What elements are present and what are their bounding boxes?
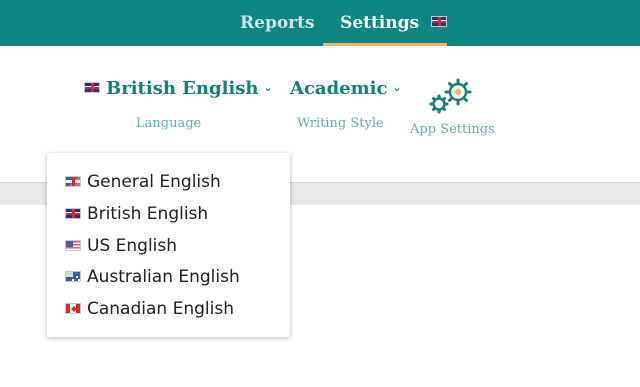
language-value: British English: [106, 78, 259, 99]
language-dropdown-menu: General English British English US Engli…: [47, 153, 290, 337]
language-option-label: British English: [87, 204, 209, 224]
language-option-label: General English: [87, 172, 221, 192]
language-option-label: Canadian English: [87, 299, 234, 319]
writing-style-dropdown-button[interactable]: Academic ⌄: [290, 78, 402, 99]
us-flag-icon: [65, 240, 81, 251]
tab-reports-label: Reports: [240, 13, 315, 33]
language-option-label: US English: [87, 236, 178, 256]
language-option-canadian[interactable]: Canadian English: [65, 297, 234, 321]
writing-style-value: Academic: [290, 78, 388, 99]
top-nav-bar: Reports Settings: [0, 0, 640, 46]
writing-style-caption: Writing Style: [297, 116, 384, 131]
uk-flag-icon: [84, 82, 100, 93]
language-option-us[interactable]: US English: [65, 234, 177, 258]
generic-flag-icon: [65, 176, 81, 187]
uk-flag-icon: [65, 208, 81, 219]
gears-icon: [429, 78, 472, 114]
tab-settings-label: Settings: [340, 13, 420, 33]
chevron-down-icon: ⌄: [392, 81, 402, 94]
language-option-british[interactable]: British English: [65, 202, 208, 226]
tab-reports[interactable]: Reports: [240, 0, 315, 46]
language-option-australian[interactable]: Australian English: [65, 265, 240, 289]
app-settings-button[interactable]: [428, 76, 476, 116]
australia-flag-icon: [65, 271, 81, 282]
language-option-label: Australian English: [87, 267, 240, 287]
canada-flag-icon: [65, 303, 81, 314]
tab-settings[interactable]: Settings: [340, 0, 447, 46]
app-settings-caption: App Settings: [410, 122, 495, 137]
language-option-general[interactable]: General English: [65, 170, 221, 194]
language-dropdown-button[interactable]: British English ⌄: [84, 78, 273, 99]
uk-flag-icon: [431, 16, 447, 27]
language-caption: Language: [136, 116, 202, 131]
chevron-down-icon: ⌄: [263, 81, 273, 94]
